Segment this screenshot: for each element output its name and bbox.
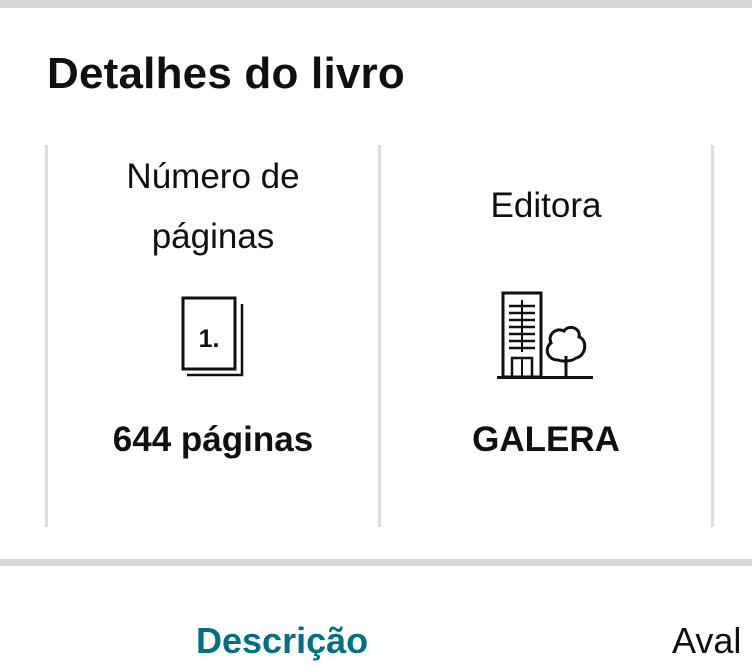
tab-avaliacoes[interactable]: Aval [672, 615, 741, 667]
book-details-screen: Detalhes do livro Número de páginas 1. 6… [0, 0, 752, 667]
publisher-label: Editora [490, 186, 602, 225]
building-tree-icon [497, 290, 597, 385]
page-number-icon: 1. [179, 293, 247, 382]
publisher-card[interactable]: Editora GALERA [381, 145, 711, 527]
book-details-carousel[interactable]: Número de páginas 1. 644 páginas Editora [0, 145, 752, 527]
page-number-icon-text: 1. [199, 325, 220, 353]
page-count-label: Número de [126, 157, 300, 196]
page-count-card[interactable]: Número de páginas 1. 644 páginas [48, 145, 378, 527]
card-divider [711, 145, 714, 527]
page-count-value: 644 páginas [112, 420, 314, 459]
page-count-label-line2: páginas [151, 217, 275, 256]
tab-descricao[interactable]: Descrição [196, 615, 368, 667]
top-separator [0, 0, 752, 8]
bottom-separator [0, 559, 752, 566]
section-title: Detalhes do livro [47, 49, 405, 98]
publisher-value: GALERA [472, 420, 620, 459]
